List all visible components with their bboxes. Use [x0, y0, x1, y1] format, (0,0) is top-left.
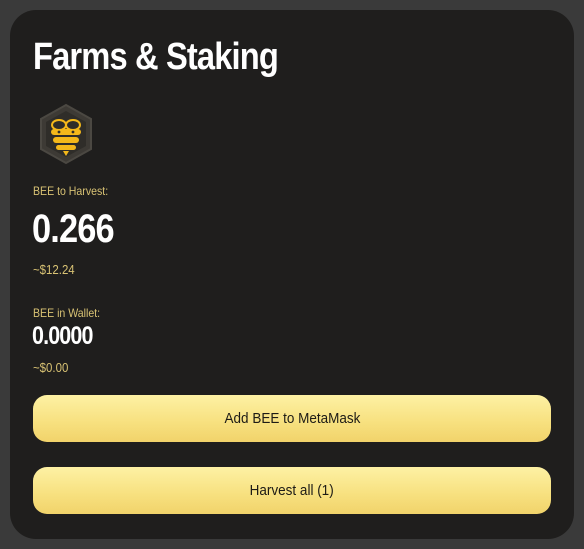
add-to-metamask-button[interactable]: Add BEE to MetaMask — [33, 395, 551, 442]
harvest-usd-value: ~$12.24 — [33, 262, 75, 277]
harvest-value: 0.266 — [32, 207, 115, 251]
add-to-metamask-label: Add BEE to MetaMask — [224, 410, 360, 427]
harvest-all-button[interactable]: Harvest all (1) — [33, 467, 551, 514]
wallet-value: 0.0000 — [32, 322, 93, 350]
wallet-label: BEE in Wallet: — [33, 306, 101, 320]
bee-hexagon-icon — [37, 103, 95, 165]
card-title: Farms & Staking — [33, 36, 279, 78]
farms-staking-card: Farms & Staking BEE to Harvest: 0.266 ~$… — [10, 10, 574, 539]
harvest-label: BEE to Harvest: — [33, 184, 109, 198]
wallet-usd-value: ~$0.00 — [33, 360, 69, 375]
harvest-all-label: Harvest all (1) — [249, 482, 335, 499]
